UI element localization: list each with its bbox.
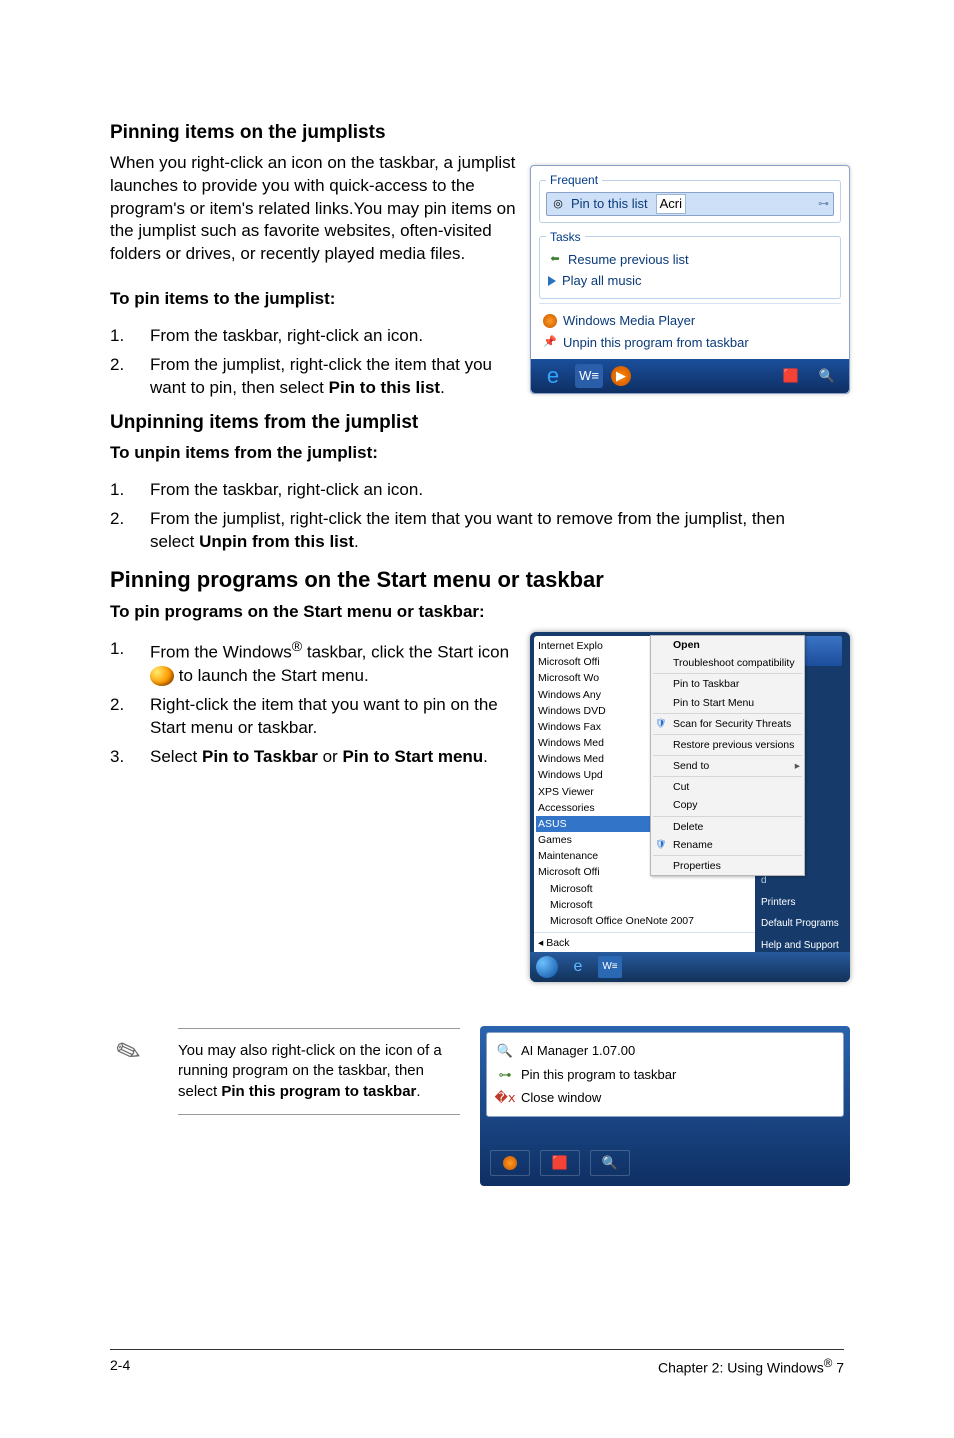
prog-step-1: From the Windows® taskbar, click the Sta… <box>150 638 510 688</box>
taskbar-tray-icon[interactable]: 🟥 <box>540 1150 580 1176</box>
step-number: 2. <box>110 354 150 400</box>
chapter-label: Chapter 2: Using Windows® 7 <box>658 1356 844 1378</box>
figure-start-menu: Internet Explo Microsoft Offi Microsoft … <box>530 632 850 982</box>
pin-icon[interactable]: ⊶ <box>818 197 829 212</box>
taskbar-tray-icon[interactable]: 🟥 <box>777 364 805 388</box>
taskbar-ai-manager-icon[interactable]: 🔍 <box>813 364 841 388</box>
right-panel-printers[interactable]: Printers <box>755 892 846 914</box>
taskbar-wmp-icon[interactable] <box>490 1150 530 1176</box>
pinned-item-tooltip: Acri <box>656 194 686 214</box>
ctx-pin-to-taskbar[interactable]: Pin to Taskbar <box>651 675 804 693</box>
step-number: 2. <box>110 694 150 740</box>
start-menu-taskbar: e W≡ <box>530 952 850 982</box>
taskbar-ie-icon[interactable]: e <box>539 364 567 388</box>
pin-icon: ⊶ <box>497 1066 513 1082</box>
ctx-rename[interactable]: Rename <box>651 836 804 854</box>
ctx-cut[interactable]: Cut <box>651 778 804 796</box>
wmp-icon <box>543 314 557 328</box>
ctx-copy[interactable]: Copy <box>651 796 804 814</box>
task-play-all-music[interactable]: Play all music <box>546 270 834 292</box>
prog-step-2: Right-click the item that you want to pi… <box>150 694 510 740</box>
start-orb-icon <box>150 666 174 686</box>
close-icon: �ⅹ <box>497 1090 513 1106</box>
ctx-open[interactable]: Open <box>651 636 804 654</box>
taskbar: e W≡ ▶ 🟥 🔍 <box>531 359 849 393</box>
taskbar-ie-icon[interactable]: e <box>566 956 590 978</box>
prog-step-3: Select Pin to Taskbar or Pin to Start me… <box>150 746 510 769</box>
page-footer: 2-4 Chapter 2: Using Windows® 7 <box>110 1349 844 1378</box>
back-arrow-icon: ⬅ <box>548 253 562 267</box>
pin-step-2: From the jumplist, right-click the item … <box>150 354 520 400</box>
ctx-scan-threats[interactable]: Scan for Security Threats <box>651 715 804 733</box>
step-number: 1. <box>110 638 150 688</box>
start-orb-icon[interactable] <box>536 956 558 978</box>
ctx-restore-previous-versions[interactable]: Restore previous versions <box>651 736 804 754</box>
ctx-properties[interactable]: Properties <box>651 857 804 875</box>
taskbar-wordpad-icon[interactable]: W≡ <box>598 956 622 978</box>
right-panel-default-programs[interactable]: Default Programs <box>755 913 846 935</box>
intro-paragraph: When you right-click an icon on the task… <box>110 152 520 267</box>
unpin-icon: 📌 <box>543 335 557 349</box>
start-menu-back[interactable]: ◂ Back <box>534 932 755 953</box>
pin-step-1: From the taskbar, right-click an icon. <box>150 325 520 348</box>
figure-taskbar-context: 🔍 AI Manager 1.07.00 ⊶ Pin this program … <box>480 1026 850 1186</box>
jumplist-tasks-label: Tasks <box>546 229 585 245</box>
context-menu: Open Troubleshoot compatibility Pin to T… <box>650 635 805 876</box>
unpin-step-1: From the taskbar, right-click an icon. <box>150 479 830 502</box>
jumplist-app-windows-media-player[interactable]: Windows Media Player <box>541 310 839 332</box>
step-number: 1. <box>110 325 150 348</box>
ctx-delete[interactable]: Delete <box>651 818 804 836</box>
fig3-pin-program[interactable]: ⊶ Pin this program to taskbar <box>497 1063 833 1087</box>
jumplist-unpin-program[interactable]: 📌 Unpin this program from taskbar <box>541 332 839 354</box>
ai-manager-icon: 🔍 <box>497 1043 513 1059</box>
ctx-troubleshoot[interactable]: Troubleshoot compatibility <box>651 654 804 672</box>
note-pencil-icon: ✎ <box>105 1029 154 1078</box>
step-number: 1. <box>110 479 150 502</box>
pin-to-this-list-label: Pin to this list <box>571 195 648 213</box>
taskbar-wmp-icon[interactable]: ▶ <box>611 366 631 386</box>
step-number: 2. <box>110 508 150 554</box>
play-icon <box>548 276 556 286</box>
subheading-to-unpin-jumplist: To unpin items from the jumplist: <box>110 442 844 465</box>
jumplist-pin-to-this-list[interactable]: ◎ Pin to this list Acri ⊶ <box>546 192 834 216</box>
note-text: You may also right-click on the icon of … <box>178 1028 460 1115</box>
subheading-to-pin-jumplist: To pin items to the jumplist: <box>110 288 520 311</box>
unpin-step-2: From the jumplist, right-click the item … <box>150 508 830 554</box>
figure-jumplist: Frequent ◎ Pin to this list Acri ⊶ Tasks… <box>530 165 850 394</box>
task-resume-previous-list[interactable]: ⬅ Resume previous list <box>546 249 834 271</box>
heading-pinning-jumplists: Pinning items on the jumplists <box>110 120 844 146</box>
jumplist-frequent-label: Frequent <box>546 172 602 188</box>
taskbar-ai-manager-icon[interactable]: 🔍 <box>590 1150 630 1176</box>
ctx-send-to[interactable]: Send to <box>651 757 804 775</box>
heading-pinning-programs: Pinning programs on the Start menu or ta… <box>110 565 844 595</box>
fig3-close-window[interactable]: �ⅹ Close window <box>497 1086 833 1110</box>
page-number: 2-4 <box>110 1356 130 1378</box>
subheading-to-pin-programs: To pin programs on the Start menu or tas… <box>110 601 844 624</box>
ctx-pin-to-start-menu[interactable]: Pin to Start Menu <box>651 694 804 712</box>
step-number: 3. <box>110 746 150 769</box>
fig3-app-title[interactable]: 🔍 AI Manager 1.07.00 <box>497 1039 833 1063</box>
taskbar-wordpad-icon[interactable]: W≡ <box>575 364 603 388</box>
heading-unpinning-jumplist: Unpinning items from the jumplist <box>110 410 844 436</box>
disc-icon: ◎ <box>551 197 565 211</box>
